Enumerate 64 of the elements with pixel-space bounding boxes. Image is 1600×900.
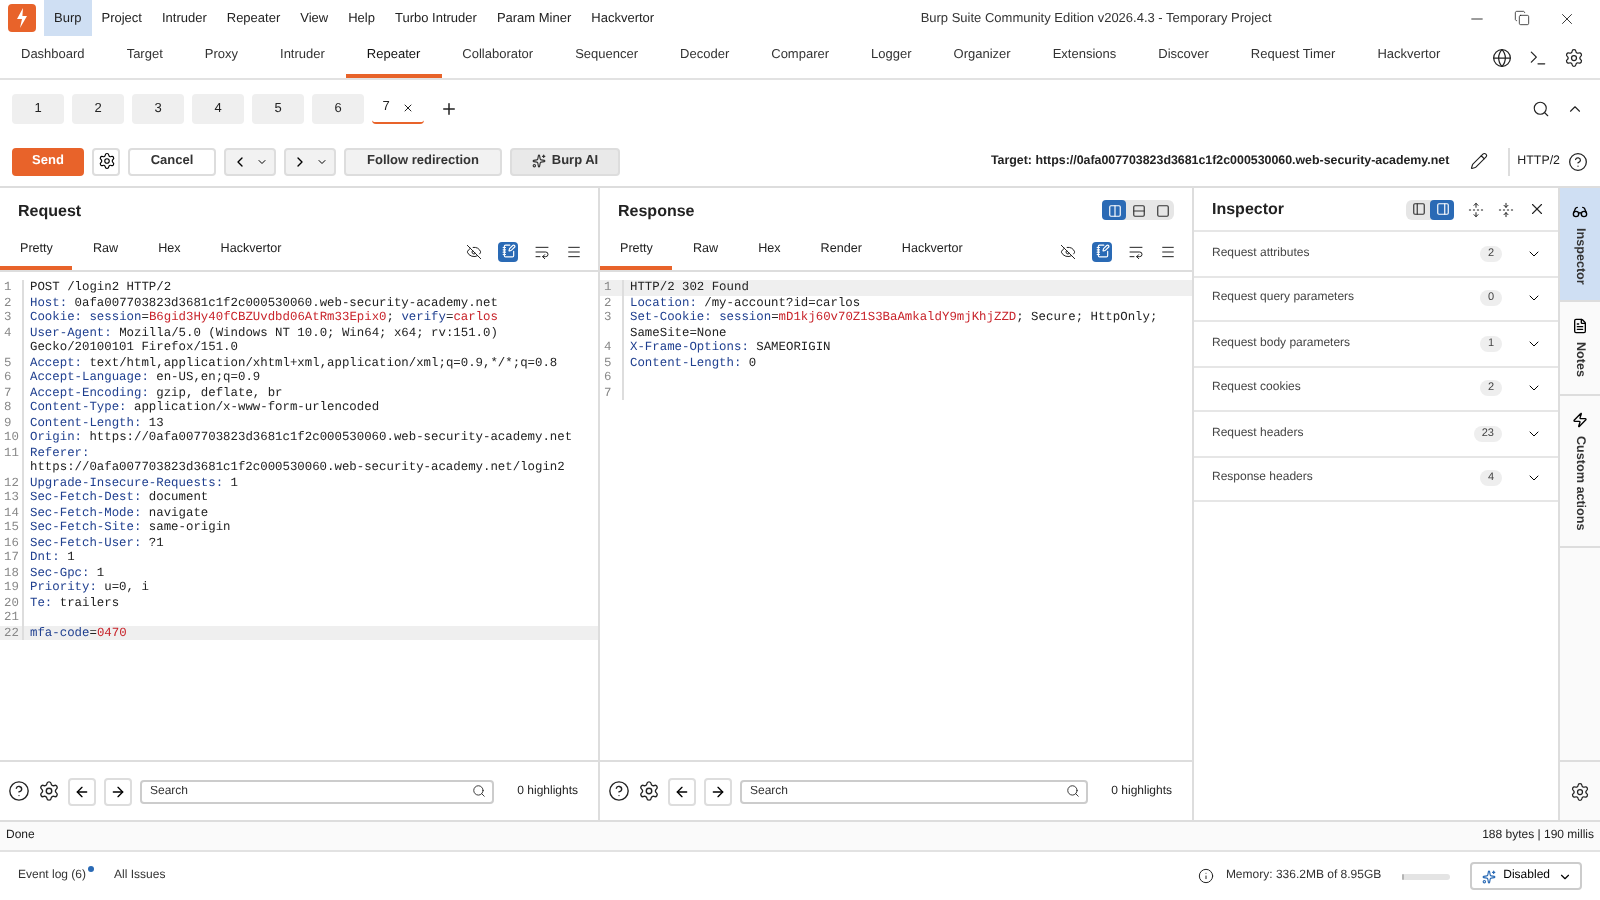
- close-icon[interactable]: [401, 101, 414, 113]
- forward-button[interactable]: [704, 777, 732, 805]
- next-button[interactable]: [284, 147, 336, 175]
- close-icon[interactable]: [1558, 9, 1576, 27]
- search-icon: [471, 784, 486, 798]
- add-tab-icon[interactable]: [440, 99, 458, 117]
- settings-icon[interactable]: [638, 780, 660, 802]
- chevron-left-icon: [232, 153, 248, 169]
- edit-icon[interactable]: [1469, 152, 1488, 170]
- settings-icon[interactable]: [38, 780, 60, 802]
- settings-button[interactable]: [92, 147, 120, 175]
- arrow-left-icon: [74, 783, 90, 799]
- help-icon[interactable]: [608, 780, 630, 802]
- sparkle-icon: [531, 154, 546, 168]
- settings-icon[interactable]: [1564, 47, 1584, 67]
- search-icon: [1065, 784, 1080, 798]
- caret-icon: [256, 155, 268, 167]
- layout-button[interactable]: [1430, 199, 1454, 219]
- pane-title: Request: [18, 201, 82, 219]
- wrap-icon[interactable]: [534, 243, 550, 259]
- pane-title: Inspector: [1212, 200, 1285, 218]
- expand-all-icon[interactable]: [1468, 201, 1484, 217]
- gear-icon: [97, 152, 115, 170]
- notes-button[interactable]: [498, 241, 518, 261]
- previous-button[interactable]: [224, 147, 276, 175]
- columns-icon: [1107, 203, 1121, 217]
- arrow-right-icon: [110, 783, 126, 799]
- settings-icon[interactable]: [1570, 781, 1590, 801]
- wrap-icon[interactable]: [1128, 243, 1144, 259]
- caret-icon: [1558, 869, 1572, 883]
- glasses-icon: [1572, 204, 1588, 220]
- back-button[interactable]: [68, 777, 96, 805]
- help-icon[interactable]: [8, 780, 30, 802]
- globe-icon[interactable]: [1492, 47, 1512, 67]
- back-button[interactable]: [668, 777, 696, 805]
- pane-title: Response: [618, 201, 695, 219]
- notebook-icon: [1095, 244, 1109, 258]
- arrow-left-icon: [674, 783, 690, 799]
- arrow-right-icon: [710, 783, 726, 799]
- hide-icon[interactable]: [466, 243, 482, 259]
- search-icon[interactable]: [1532, 99, 1550, 117]
- close-icon[interactable]: [1528, 200, 1546, 218]
- lightning-icon: [1572, 411, 1588, 428]
- notification-dot: [88, 866, 95, 872]
- terminal-icon[interactable]: [1528, 47, 1548, 67]
- chevron-right-icon: [292, 153, 308, 169]
- help-icon[interactable]: [1568, 151, 1588, 171]
- caret-icon: [316, 155, 328, 167]
- layout-button[interactable]: [1102, 200, 1126, 220]
- sparkle-icon: [1481, 869, 1496, 883]
- hide-icon[interactable]: [1060, 243, 1076, 259]
- menu-icon[interactable]: [1160, 243, 1176, 259]
- square-icon: [1155, 203, 1169, 217]
- document-icon: [1572, 318, 1588, 335]
- panel-icon: [1411, 202, 1425, 216]
- forward-button[interactable]: [104, 777, 132, 805]
- notes-button[interactable]: [1092, 241, 1112, 261]
- restore-icon[interactable]: [1514, 10, 1530, 26]
- notebook-icon: [501, 244, 515, 258]
- rows-icon: [1131, 203, 1145, 217]
- info-icon: [1197, 868, 1214, 884]
- menu-icon[interactable]: [566, 243, 582, 259]
- collapse-all-icon[interactable]: [1498, 201, 1514, 217]
- panel-icon: [1435, 202, 1449, 216]
